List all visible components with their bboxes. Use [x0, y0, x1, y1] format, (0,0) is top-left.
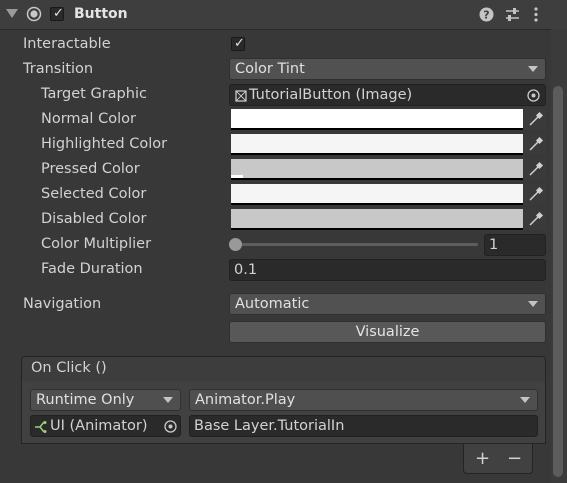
onclick-header: On Click () — [21, 356, 546, 382]
fade-duration-label: Fade Duration — [41, 261, 143, 277]
alpha-bar — [231, 150, 298, 153]
selected-color-label: Selected Color — [41, 186, 147, 202]
color-multiplier-slider-track[interactable] — [236, 243, 478, 246]
color-multiplier-slider-handle[interactable] — [229, 238, 242, 251]
disabled-color-eyedropper[interactable] — [524, 209, 546, 230]
normal-color-swatch[interactable] — [231, 109, 523, 130]
kebab-menu-icon[interactable] — [533, 7, 539, 23]
eyedropper-icon — [529, 186, 544, 201]
list-footer: + − — [463, 444, 533, 474]
runtime-dropdown[interactable]: Runtime Only — [30, 389, 181, 411]
object-picker-icon[interactable] — [527, 89, 540, 102]
checkmark-icon: ✓ — [234, 36, 245, 51]
chevron-down-icon — [528, 301, 538, 307]
component-title: Button — [74, 6, 128, 22]
disabled-color-swatch[interactable] — [231, 209, 523, 230]
add-button[interactable]: + — [475, 448, 490, 469]
chevron-down-icon — [528, 66, 538, 72]
chevron-down-icon — [520, 397, 530, 403]
normal-color-label: Normal Color — [41, 111, 136, 127]
chevron-down-icon — [163, 397, 173, 403]
alpha-bar — [231, 175, 243, 178]
navigation-dropdown[interactable]: Automatic — [229, 293, 546, 315]
image-icon — [235, 90, 247, 102]
highlighted-color-label: Highlighted Color — [41, 136, 168, 152]
onclick-header-label: On Click () — [31, 360, 107, 376]
color-multiplier-label: Color Multiplier — [41, 236, 152, 252]
interactable-checkbox[interactable]: ✓ — [231, 36, 245, 51]
function-dropdown[interactable]: Animator.Play — [189, 389, 538, 411]
visualize-button[interactable]: Visualize — [229, 321, 546, 343]
eyedropper-icon — [529, 161, 544, 176]
function-value: Animator.Play — [195, 392, 296, 408]
object-picker-icon[interactable] — [164, 420, 177, 433]
color-multiplier-input[interactable]: 1 — [484, 234, 546, 256]
remove-button[interactable]: − — [507, 448, 522, 469]
navigation-value: Automatic — [235, 296, 310, 312]
svg-text:?: ? — [483, 9, 489, 22]
highlighted-color-swatch[interactable] — [231, 134, 523, 155]
component-icon — [26, 6, 42, 22]
target-graphic-label: Target Graphic — [41, 86, 147, 102]
eyedropper-icon — [529, 211, 544, 226]
transition-label: Transition — [23, 61, 94, 77]
target-graphic-field[interactable]: TutorialButton (Image) — [229, 84, 546, 106]
eyedropper-icon — [529, 111, 544, 126]
target-object-value: UI (Animator) — [50, 418, 148, 434]
preset-icon[interactable] — [505, 7, 520, 22]
foldout-arrow-icon[interactable] — [6, 9, 18, 19]
target-object-field[interactable]: UI (Animator) — [30, 415, 181, 437]
pressed-color-label: Pressed Color — [41, 161, 140, 177]
component-header[interactable]: ✓ Button ? — [0, 0, 567, 30]
disabled-color-label: Disabled Color — [41, 211, 147, 227]
alpha-bar — [231, 125, 277, 128]
help-icon[interactable]: ? — [479, 7, 494, 22]
transition-dropdown[interactable]: Color Tint — [229, 58, 546, 80]
pressed-color-eyedropper[interactable] — [524, 159, 546, 180]
runtime-value: Runtime Only — [36, 392, 135, 408]
scrollbar-thumb[interactable] — [553, 86, 563, 477]
selected-color-swatch[interactable] — [231, 184, 523, 205]
component-enabled-checkbox[interactable]: ✓ — [50, 6, 64, 21]
navigation-label: Navigation — [23, 296, 102, 312]
eyedropper-icon — [529, 136, 544, 151]
highlighted-color-eyedropper[interactable] — [524, 134, 546, 155]
normal-color-eyedropper[interactable] — [524, 109, 546, 130]
pressed-color-swatch[interactable] — [231, 159, 523, 180]
checkmark-icon: ✓ — [53, 6, 64, 21]
interactable-label: Interactable — [23, 36, 111, 52]
target-graphic-value: TutorialButton (Image) — [249, 87, 413, 103]
transition-value: Color Tint — [235, 61, 305, 77]
animator-icon — [35, 421, 47, 433]
selected-color-eyedropper[interactable] — [524, 184, 546, 205]
argument-input[interactable]: Base Layer.TutorialIn — [189, 415, 538, 437]
fade-duration-input[interactable]: 0.1 — [229, 259, 546, 281]
